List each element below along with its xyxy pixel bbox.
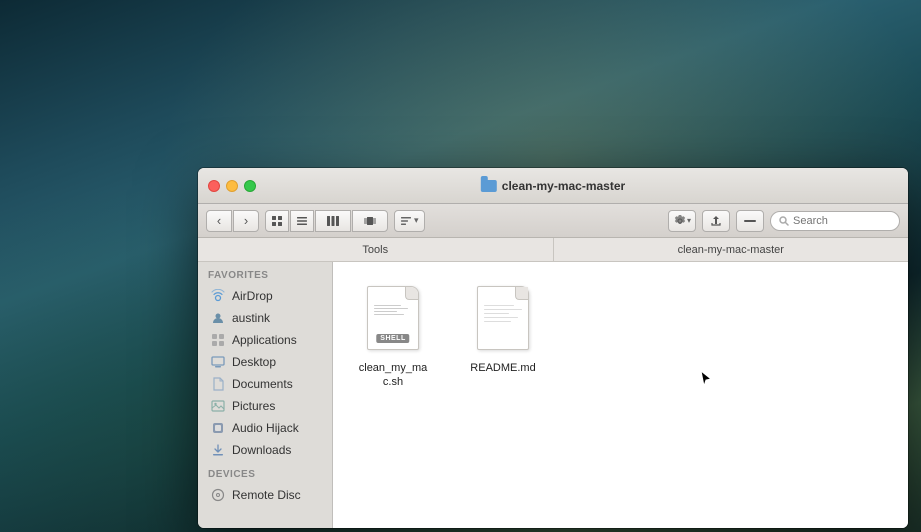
view-buttons bbox=[265, 210, 388, 232]
toolbar: ‹ › bbox=[198, 204, 908, 238]
list-view-button[interactable] bbox=[290, 210, 314, 232]
gear-action-button[interactable]: ▾ bbox=[668, 210, 696, 232]
forward-button[interactable]: › bbox=[233, 210, 259, 232]
sidebar-item-applications[interactable]: Applications bbox=[200, 329, 330, 351]
path-segment-tools[interactable]: Tools bbox=[198, 238, 554, 261]
main-area: Favorites AirDrop bbox=[198, 262, 908, 528]
file-item-shell[interactable]: SHELL clean_my_mac.sh bbox=[353, 282, 433, 391]
sidebar-item-airdrop[interactable]: AirDrop bbox=[200, 285, 330, 307]
remote-disc-label: Remote Disc bbox=[232, 488, 301, 502]
column-view-button[interactable] bbox=[315, 210, 351, 232]
readme-file-icon bbox=[471, 282, 535, 354]
share-button[interactable] bbox=[702, 210, 730, 232]
downloads-icon bbox=[210, 442, 226, 458]
arrange-dropdown[interactable]: ▾ bbox=[394, 210, 425, 232]
file-item-readme[interactable]: README.md bbox=[463, 282, 543, 376]
sidebar: Favorites AirDrop bbox=[198, 262, 333, 528]
sidebar-item-audio-hijack[interactable]: Audio Hijack bbox=[200, 417, 330, 439]
traffic-lights bbox=[208, 180, 256, 192]
sidebar-item-downloads[interactable]: Downloads bbox=[200, 439, 330, 461]
close-button[interactable] bbox=[208, 180, 220, 192]
search-icon bbox=[779, 216, 789, 226]
desktop-icon bbox=[210, 354, 226, 370]
shell-file-name: clean_my_mac.sh bbox=[353, 360, 433, 391]
airdrop-label: AirDrop bbox=[232, 289, 273, 303]
airdrop-icon bbox=[210, 288, 226, 304]
devices-header: Devices bbox=[198, 461, 332, 484]
finder-window: clean-my-mac-master ‹ › bbox=[198, 168, 908, 528]
sidebar-item-austink[interactable]: austink bbox=[200, 307, 330, 329]
search-box[interactable] bbox=[770, 211, 900, 231]
title-bar: clean-my-mac-master bbox=[198, 168, 908, 204]
remote-disc-icon bbox=[210, 487, 226, 503]
pictures-icon bbox=[210, 398, 226, 414]
shell-badge: SHELL bbox=[376, 334, 409, 343]
pictures-label: Pictures bbox=[232, 399, 275, 413]
audio-hijack-label: Audio Hijack bbox=[232, 421, 299, 435]
audio-hijack-icon bbox=[210, 420, 226, 436]
search-input[interactable] bbox=[793, 215, 873, 227]
shell-file-icon: SHELL bbox=[361, 282, 425, 354]
sidebar-item-pictures[interactable]: Pictures bbox=[200, 395, 330, 417]
nav-buttons: ‹ › bbox=[206, 210, 259, 232]
content-area: SHELL clean_my_mac.sh bbox=[333, 262, 908, 528]
desktop-label: Desktop bbox=[232, 355, 276, 369]
austink-label: austink bbox=[232, 311, 270, 325]
maximize-button[interactable] bbox=[244, 180, 256, 192]
coverflow-view-button[interactable] bbox=[352, 210, 388, 232]
sidebar-item-documents[interactable]: Documents bbox=[200, 373, 330, 395]
applications-icon bbox=[210, 332, 226, 348]
applications-label: Applications bbox=[232, 333, 297, 347]
path-segment-master[interactable]: clean-my-mac-master bbox=[554, 238, 909, 261]
minimize-button[interactable] bbox=[226, 180, 238, 192]
documents-label: Documents bbox=[232, 377, 293, 391]
readme-file-name: README.md bbox=[467, 360, 538, 376]
path-bar: Tools clean-my-mac-master bbox=[198, 238, 908, 262]
back-button[interactable]: ‹ bbox=[206, 210, 232, 232]
folder-icon bbox=[481, 180, 497, 192]
favorites-header: Favorites bbox=[198, 262, 332, 285]
sidebar-item-remote-disc[interactable]: Remote Disc bbox=[200, 484, 330, 506]
tag-button[interactable] bbox=[736, 210, 764, 232]
sidebar-item-desktop[interactable]: Desktop bbox=[200, 351, 330, 373]
user-icon bbox=[210, 310, 226, 326]
window-title: clean-my-mac-master bbox=[481, 179, 625, 193]
downloads-label: Downloads bbox=[232, 443, 291, 457]
documents-icon bbox=[210, 376, 226, 392]
icon-view-button[interactable] bbox=[265, 210, 289, 232]
